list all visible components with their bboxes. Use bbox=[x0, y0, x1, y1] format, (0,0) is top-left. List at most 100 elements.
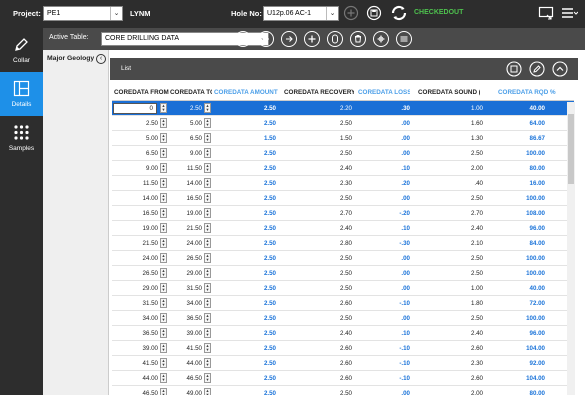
menu-icon[interactable] bbox=[560, 5, 578, 21]
table-row[interactable]: 16.50 ▲ ▼ 19.00 ▲ ▼ 2.50 2.70 -.20 2.70 108.00 bbox=[112, 206, 574, 221]
table-row[interactable]: 11.50 ▲ ▼ 14.00 ▲ ▼ 2.50 2.30.20.40 16.00 bbox=[112, 176, 574, 191]
coredata-to-cell[interactable]: 44.00 bbox=[187, 360, 202, 367]
to-stepper[interactable]: ▲ ▼ bbox=[204, 253, 211, 263]
save-icon[interactable] bbox=[366, 5, 382, 21]
coredata-to-cell[interactable]: 49.00 bbox=[187, 390, 202, 395]
coredata-from-cell[interactable]: 39.00 bbox=[143, 345, 158, 352]
coredata-from-input[interactable]: 0 bbox=[113, 103, 157, 114]
to-stepper[interactable]: ▲ ▼ bbox=[204, 133, 211, 143]
coredata-to-cell[interactable]: 39.00 bbox=[187, 330, 202, 337]
coredata-recovery-cell[interactable]: 2.50 bbox=[340, 270, 352, 277]
coredata-recovery-cell[interactable]: 2.40 bbox=[340, 330, 352, 337]
table-row[interactable]: 29.00 ▲ ▼ 31.50 ▲ ▼ 2.50 2.50.00 1.00 40.00 bbox=[112, 281, 574, 296]
coredata-from-cell[interactable]: 19.00 bbox=[143, 225, 158, 232]
table-row[interactable]: 5.00 ▲ ▼ 6.50 ▲ ▼ 1.50 1.50.00 1.30 86.67 bbox=[112, 131, 574, 146]
table-row[interactable]: 24.00 ▲ ▼ 26.50 ▲ ▼ 2.50 2.50.00 2.50 100.00 bbox=[112, 251, 574, 266]
nav-collar[interactable]: Collar bbox=[0, 28, 43, 72]
next-button[interactable] bbox=[281, 31, 297, 47]
table-row[interactable]: 46.50 ▲ ▼ 49.00 ▲ ▼ 2.50 2.50.00 2.00 80.00 bbox=[112, 386, 574, 395]
to-stepper[interactable]: ▲ ▼ bbox=[204, 328, 211, 338]
from-stepper[interactable]: ▲ ▼ bbox=[160, 298, 167, 308]
from-stepper[interactable]: ▲ ▼ bbox=[160, 223, 167, 233]
coredata-sound-cell[interactable]: 2.60 bbox=[471, 345, 483, 352]
coredata-to-cell[interactable]: 29.00 bbox=[187, 270, 202, 277]
window-icon[interactable] bbox=[538, 5, 554, 21]
to-stepper[interactable]: ▲ ▼ bbox=[204, 373, 211, 383]
coredata-recovery-cell[interactable]: 2.80 bbox=[340, 240, 352, 247]
from-stepper[interactable]: ▲ ▼ bbox=[160, 328, 167, 338]
coredata-recovery-cell[interactable]: 2.50 bbox=[340, 255, 352, 262]
coredata-recovery-cell[interactable]: 2.20 bbox=[340, 105, 352, 112]
coredata-sound-cell[interactable]: 2.50 bbox=[471, 255, 483, 262]
coredata-to-cell[interactable]: 26.50 bbox=[187, 255, 202, 262]
coredata-recovery-cell[interactable]: 2.50 bbox=[340, 150, 352, 157]
add-hole-icon[interactable] bbox=[343, 5, 359, 21]
coredata-from-cell[interactable]: 16.50 bbox=[143, 210, 158, 217]
to-stepper[interactable]: ▲ ▼ bbox=[204, 118, 211, 128]
from-stepper[interactable]: ▲ ▼ bbox=[160, 103, 167, 113]
coredata-from-cell[interactable]: 2.50 bbox=[146, 120, 158, 127]
from-stepper[interactable]: ▲ ▼ bbox=[160, 148, 167, 158]
coredata-from-cell[interactable]: 26.50 bbox=[143, 270, 158, 277]
copy-button[interactable] bbox=[327, 31, 343, 47]
from-stepper[interactable]: ▲ ▼ bbox=[160, 118, 167, 128]
coredata-recovery-cell[interactable]: 2.50 bbox=[340, 315, 352, 322]
coredata-from-cell[interactable]: 9.00 bbox=[146, 165, 158, 172]
to-stepper[interactable]: ▲ ▼ bbox=[204, 193, 211, 203]
coredata-recovery-cell[interactable]: 2.30 bbox=[340, 180, 352, 187]
col-coredata-sound[interactable]: COREDATA SOUND (TPC...25.CI) bbox=[418, 89, 480, 96]
table-row[interactable]: 2.50 ▲ ▼ 5.00 ▲ ▼ 2.50 2.50.00 1.60 64.00 bbox=[112, 116, 574, 131]
list-view-button[interactable] bbox=[235, 31, 251, 47]
from-stepper[interactable]: ▲ ▼ bbox=[160, 313, 167, 323]
sync-icon[interactable] bbox=[390, 4, 408, 22]
table-row[interactable]: 31.50 ▲ ▼ 34.00 ▲ ▼ 2.50 2.60 -.10 1.80 72.00 bbox=[112, 296, 574, 311]
table-row[interactable]: 44.00 ▲ ▼ 46.50 ▲ ▼ 2.50 2.60 -.10 2.60 104.00 bbox=[112, 371, 574, 386]
from-stepper[interactable]: ▲ ▼ bbox=[160, 253, 167, 263]
project-select[interactable]: PE1 ⌄ bbox=[43, 6, 123, 21]
coredata-from-cell[interactable]: 36.50 bbox=[143, 330, 158, 337]
coredata-sound-cell[interactable]: 2.70 bbox=[471, 210, 483, 217]
coredata-recovery-cell[interactable]: 2.50 bbox=[340, 195, 352, 202]
col-coredata-to[interactable]: COREDATA TO bbox=[170, 89, 212, 96]
coredata-sound-cell[interactable]: 2.50 bbox=[471, 150, 483, 157]
coredata-recovery-cell[interactable]: 2.70 bbox=[340, 210, 352, 217]
hole-select[interactable]: U12p.06 AC-1 ⌄ bbox=[263, 6, 339, 21]
collapse-panel-button[interactable]: ‹ bbox=[96, 54, 106, 64]
table-row[interactable]: 41.50 ▲ ▼ 44.00 ▲ ▼ 2.50 2.60 -.10 2.30 92.00 bbox=[112, 356, 574, 371]
table-row[interactable]: 0 ▲ ▼ 2.50 ▲ ▼ 2.50 2.20.30 1.00 40.00 bbox=[112, 101, 574, 116]
coredata-from-cell[interactable]: 5.00 bbox=[146, 135, 158, 142]
from-stepper[interactable]: ▲ ▼ bbox=[160, 343, 167, 353]
to-stepper[interactable]: ▲ ▼ bbox=[204, 283, 211, 293]
col-coredata-recovery[interactable]: COREDATA RECOVERY bbox=[284, 89, 354, 96]
coredata-sound-cell[interactable]: 2.50 bbox=[471, 315, 483, 322]
coredata-sound-cell[interactable]: 2.00 bbox=[471, 165, 483, 172]
coredata-recovery-cell[interactable]: 2.50 bbox=[340, 285, 352, 292]
coredata-to-cell[interactable]: 34.00 bbox=[187, 300, 202, 307]
col-coredata-loss[interactable]: COREDATA LOSS bbox=[358, 89, 410, 96]
coredata-to-cell[interactable]: 16.50 bbox=[187, 195, 202, 202]
col-coredata-amount[interactable]: COREDATA AMOUNT bbox=[214, 89, 280, 96]
coredata-sound-cell[interactable]: 1.80 bbox=[471, 300, 483, 307]
table-row[interactable]: 6.50 ▲ ▼ 9.00 ▲ ▼ 2.50 2.50.00 2.50 100.00 bbox=[112, 146, 574, 161]
table-row[interactable]: 9.00 ▲ ▼ 11.50 ▲ ▼ 2.50 2.40.10 2.00 80.00 bbox=[112, 161, 574, 176]
to-stepper[interactable]: ▲ ▼ bbox=[204, 178, 211, 188]
insert-button[interactable] bbox=[373, 31, 389, 47]
coredata-sound-cell[interactable]: 2.60 bbox=[471, 375, 483, 382]
coredata-from-cell[interactable]: 11.50 bbox=[143, 180, 158, 187]
to-stepper[interactable]: ▲ ▼ bbox=[204, 223, 211, 233]
from-stepper[interactable]: ▲ ▼ bbox=[160, 208, 167, 218]
coredata-recovery-cell[interactable]: 2.60 bbox=[340, 345, 352, 352]
coredata-to-cell[interactable]: 6.50 bbox=[190, 135, 202, 142]
coredata-recovery-cell[interactable]: 2.50 bbox=[340, 120, 352, 127]
coredata-from-cell[interactable]: 6.50 bbox=[146, 150, 158, 157]
scroll-thumb[interactable] bbox=[568, 114, 574, 184]
coredata-from-cell[interactable]: 29.00 bbox=[143, 285, 158, 292]
from-stepper[interactable]: ▲ ▼ bbox=[160, 178, 167, 188]
coredata-recovery-cell[interactable]: 2.50 bbox=[340, 390, 352, 395]
from-stepper[interactable]: ▲ ▼ bbox=[160, 193, 167, 203]
to-stepper[interactable]: ▲ ▼ bbox=[204, 268, 211, 278]
coredata-to-cell[interactable]: 36.50 bbox=[187, 315, 202, 322]
collapse-list-icon[interactable] bbox=[552, 61, 568, 77]
coredata-sound-cell[interactable]: 2.40 bbox=[471, 225, 483, 232]
col-coredata-rqd[interactable]: COREDATA RQD % bbox=[498, 89, 562, 96]
